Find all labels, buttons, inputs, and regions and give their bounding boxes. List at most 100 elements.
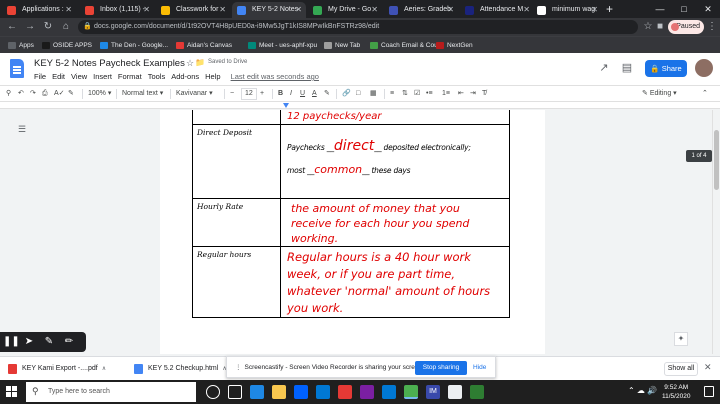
bookmark-item[interactable]: New Tab (324, 40, 360, 51)
im-app-icon[interactable]: IM (426, 385, 440, 399)
tab-close-icon[interactable]: ✕ (447, 2, 454, 18)
bookmark-item[interactable]: The Den - Google... (100, 40, 168, 51)
italic-icon[interactable]: I (290, 88, 292, 100)
insert-image-icon[interactable]: ▦ (370, 88, 377, 100)
bookmark-item[interactable]: Aidan's Canvas (176, 40, 232, 51)
bookmark-item[interactable]: Coach Email & Cou... (370, 40, 443, 51)
minimize-icon[interactable]: — (648, 0, 672, 18)
tab-close-icon[interactable]: ✕ (295, 2, 302, 18)
tab-close-icon[interactable]: ✕ (143, 2, 150, 18)
ruler[interactable] (0, 102, 720, 109)
cursor-icon[interactable]: ➤ (22, 335, 36, 349)
chevron-up-icon[interactable]: ∧ (102, 366, 106, 372)
mail-icon[interactable] (316, 385, 330, 399)
browser-tab[interactable]: Attendance M ✕ (460, 2, 534, 18)
menu-item-insert[interactable]: Insert (93, 72, 112, 81)
paint-format-icon[interactable]: ✎ (68, 88, 74, 100)
edge-icon[interactable] (250, 385, 264, 399)
chrome-icon[interactable] (404, 385, 418, 399)
dropbox-icon[interactable] (294, 385, 308, 399)
scrollbar-thumb[interactable] (714, 130, 719, 190)
move-folder-icon[interactable]: 📁 (194, 57, 206, 69)
tab-close-icon[interactable]: ✕ (591, 2, 598, 18)
vertical-scrollbar[interactable] (712, 110, 720, 354)
font-select[interactable]: Kavivanar ▾ (176, 88, 213, 100)
outline-icon[interactable]: ☰ (18, 124, 26, 135)
task-view-icon[interactable] (228, 385, 242, 399)
drag-handle-icon[interactable]: ⋮ (235, 364, 242, 371)
spellcheck-icon[interactable]: A✓ (54, 88, 65, 100)
profile-paused-button[interactable]: Paused (668, 20, 704, 34)
cortana-icon[interactable] (206, 385, 220, 399)
notifications-icon[interactable] (704, 386, 714, 397)
document-title[interactable]: KEY 5-2 Notes Paycheck Examples (34, 58, 185, 69)
link-icon[interactable]: 🔗 (342, 88, 351, 100)
stop-sharing-button[interactable]: Stop sharing (415, 361, 467, 375)
collapse-menu-icon[interactable]: ⌃ (702, 88, 708, 100)
pause-icon[interactable]: ❚❚ (3, 335, 20, 349)
menu-item-tools[interactable]: Tools (148, 72, 166, 81)
numbered-list-icon[interactable]: 1≡ (442, 88, 450, 100)
zoom-select[interactable]: 100% ▾ (88, 88, 111, 100)
decrease-indent-icon[interactable]: ⇤ (458, 88, 464, 100)
decrease-font-icon[interactable]: − (230, 88, 234, 100)
maximize-icon[interactable]: □ (672, 0, 696, 18)
taskbar-clock[interactable]: 9:52 AM 11/5/2020 (662, 383, 690, 401)
download-item[interactable]: KEY Kami Export -....pdf ∧ (8, 361, 106, 377)
reload-icon[interactable]: ↻ (42, 21, 54, 33)
marker-icon[interactable]: ✏ (62, 335, 76, 349)
menu-item-view[interactable]: View (71, 72, 87, 81)
increase-font-icon[interactable]: + (260, 88, 264, 100)
editing-mode-select[interactable]: ✎ Editing ▾ (642, 88, 677, 100)
extensions-icon[interactable]: ■ (654, 21, 666, 33)
align-left-icon[interactable]: ≡ (390, 88, 394, 100)
browser-tab[interactable]: KEY 5-2 Notes ✕ (232, 2, 306, 18)
bookmark-item[interactable]: OSIDE APPS (42, 40, 92, 51)
text-color-icon[interactable]: A (312, 88, 317, 100)
line-spacing-icon[interactable]: ⇅ (402, 88, 408, 100)
close-icon[interactable]: ✕ (704, 362, 712, 373)
tab-close-icon[interactable]: ✕ (371, 2, 378, 18)
underline-icon[interactable]: U (300, 88, 305, 100)
activity-trend-icon[interactable]: ↗ (598, 62, 610, 74)
checklist-icon[interactable]: ☑ (414, 88, 420, 100)
back-arrow-icon[interactable]: ← (6, 21, 18, 33)
explore-icon[interactable]: ✦ (674, 332, 688, 346)
close-window-icon[interactable]: ✕ (696, 0, 720, 18)
onenote-icon[interactable] (360, 385, 374, 399)
indent-marker[interactable] (283, 103, 289, 108)
menu-item-help[interactable]: Help (205, 72, 220, 81)
new-tab-button[interactable]: + (606, 2, 613, 16)
tab-close-icon[interactable]: ✕ (219, 2, 226, 18)
forward-arrow-icon[interactable]: → (24, 21, 36, 33)
bookmark-item[interactable]: NextGen (436, 40, 473, 51)
add-comment-icon[interactable]: □ (356, 88, 360, 100)
app-icon[interactable] (448, 385, 462, 399)
font-size-field[interactable]: 12 (241, 88, 257, 100)
avatar[interactable] (695, 59, 713, 77)
bookmark-item[interactable]: Apps (8, 40, 34, 51)
menu-dots-icon[interactable]: ⋮ (706, 21, 718, 33)
hide-button[interactable]: Hide (473, 361, 486, 375)
home-icon[interactable]: ⌂ (60, 21, 72, 33)
redo-icon[interactable]: ↷ (30, 88, 36, 100)
menu-item-file[interactable]: File (34, 72, 46, 81)
pen-icon[interactable]: ✎ (42, 335, 56, 349)
browser-tab[interactable]: My Drive - Go ✕ (308, 2, 382, 18)
taskbar-search-input[interactable]: ⚲ Type here to search (26, 382, 196, 402)
bookmark-item[interactable]: Meet - ues-aphf-xpu (248, 40, 317, 51)
menu-item-edit[interactable]: Edit (52, 72, 65, 81)
share-button[interactable]: 🔒 Share (645, 60, 687, 77)
store-icon[interactable] (382, 385, 396, 399)
url-field[interactable]: 🔒 docs.google.com/document/d/1t92OVT4H8p… (78, 20, 638, 34)
tab-close-icon[interactable]: ✕ (523, 2, 530, 18)
star-icon[interactable]: ☆ (642, 21, 654, 33)
document-page[interactable]: 12 paychecks/year Direct Deposit Paychec… (160, 110, 545, 354)
comments-icon[interactable]: ▤ (621, 62, 633, 74)
increase-indent-icon[interactable]: ⇥ (470, 88, 476, 100)
browser-tab[interactable]: Applications : ✕ (2, 2, 76, 18)
bold-icon[interactable]: B (278, 88, 283, 100)
print-icon[interactable]: ⎙ (42, 88, 48, 100)
system-tray[interactable]: ⌃ ☁ 🔊 (628, 386, 657, 395)
docs-logo-icon[interactable] (10, 59, 24, 78)
